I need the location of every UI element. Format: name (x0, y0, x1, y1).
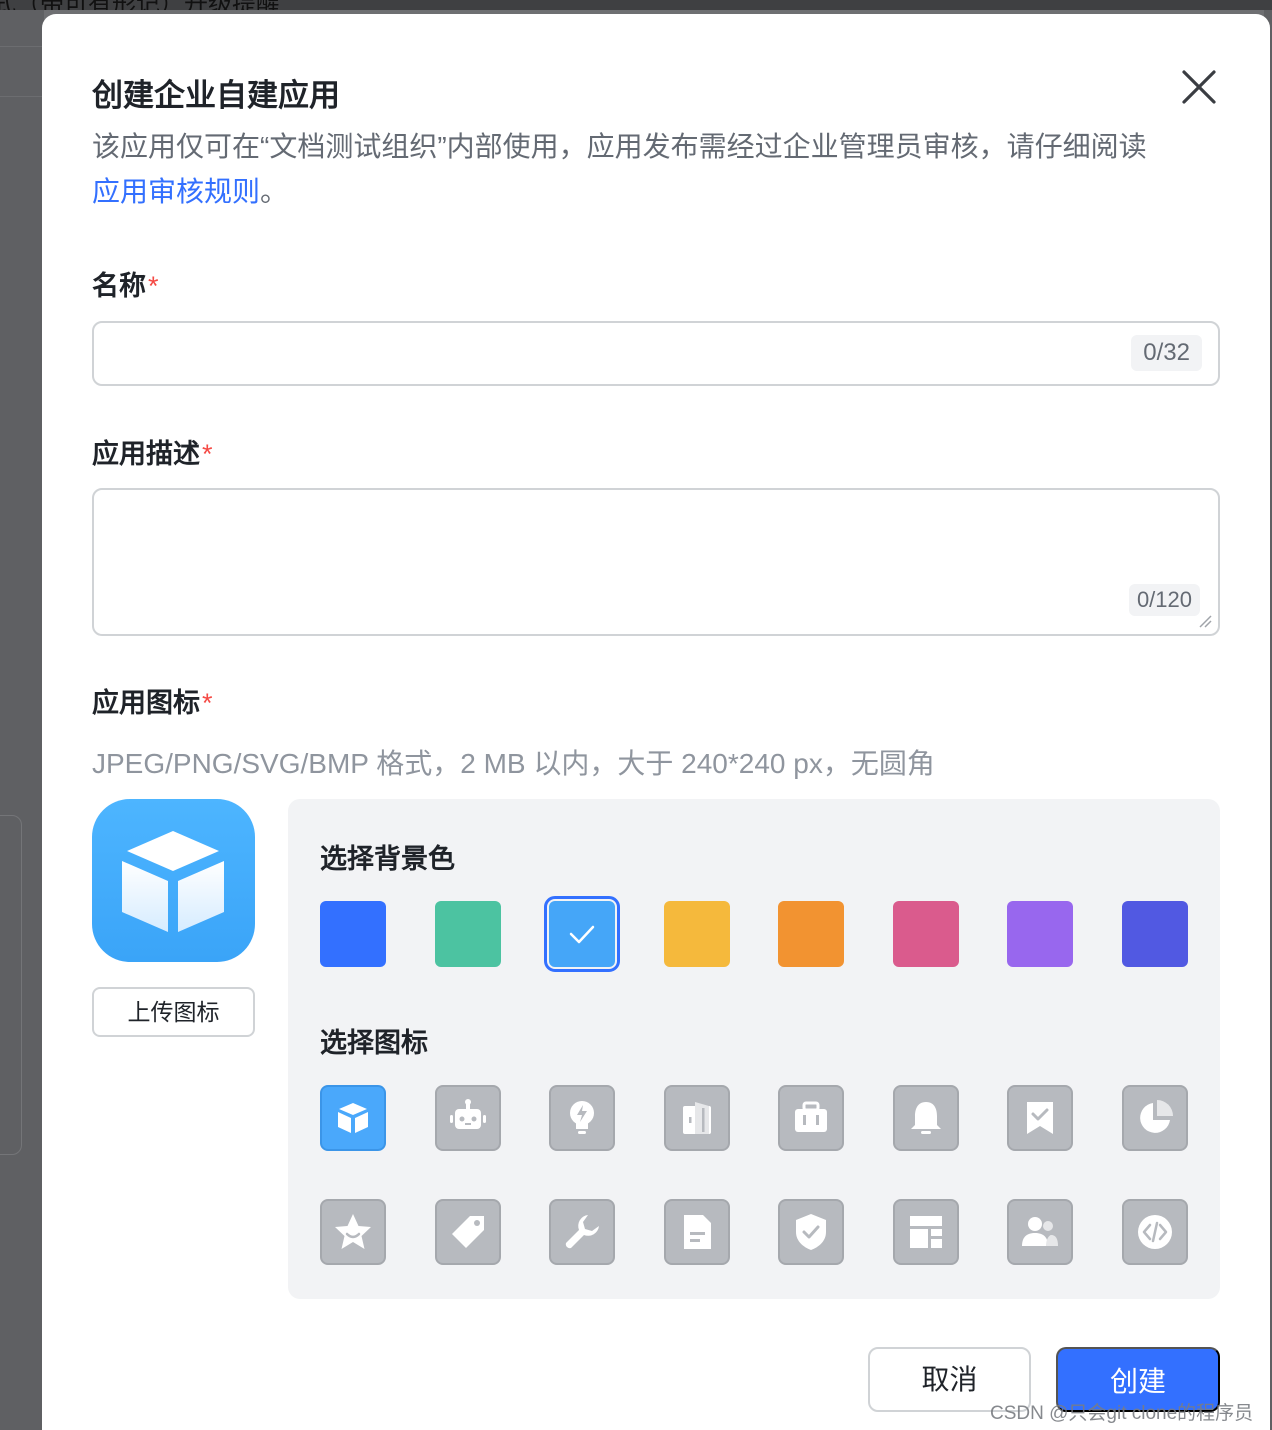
color-swatch[interactable] (663, 901, 730, 967)
name-label-text: 名称 (92, 271, 146, 301)
door-icon (682, 1102, 711, 1134)
color-swatch[interactable] (1007, 901, 1073, 967)
dialog-title: 创建企业自建应用 (92, 78, 340, 113)
icon-option-cube[interactable] (320, 1085, 386, 1151)
color-swatch[interactable] (434, 901, 501, 967)
description-text: 该应用仅可在“文档测试组织”内部使用，应用发布需经过企业管理员审核，请仔细阅读 (92, 131, 1147, 162)
icon-option-lightbulb[interactable] (549, 1085, 615, 1151)
robot-icon (449, 1099, 486, 1129)
icon-option-code[interactable] (1121, 1199, 1188, 1265)
upload-icon-button[interactable]: 上传图标 (92, 987, 255, 1037)
layout-icon (909, 1216, 942, 1248)
bell-icon (910, 1102, 941, 1134)
icon-grid (320, 1085, 1190, 1267)
color-swatch[interactable] (778, 901, 844, 967)
review-rules-link[interactable]: 应用审核规则 (92, 176, 260, 207)
description-field[interactable]: 0/120 (92, 488, 1220, 636)
description-label: 应用描述* (92, 432, 213, 471)
icon-option-bookmark[interactable] (1007, 1085, 1073, 1151)
required-mark: * (148, 271, 159, 301)
briefcase-icon (795, 1101, 827, 1132)
wrench-icon (565, 1215, 599, 1249)
icon-option-star[interactable] (320, 1199, 386, 1265)
document-icon (683, 1215, 711, 1249)
icon-format-hint: JPEG/PNG/SVG/BMP 格式，2 MB 以内，大于 240*240 p… (92, 748, 935, 779)
icon-preview (92, 799, 255, 962)
background-page (0, 10, 44, 1430)
icon-option-pie-chart[interactable] (1121, 1085, 1188, 1151)
description-textarea[interactable] (110, 502, 1110, 592)
icon-option-tag[interactable] (434, 1199, 501, 1265)
icon-option-users[interactable] (1007, 1199, 1073, 1265)
description-char-counter: 0/120 (1128, 584, 1200, 616)
cube-icon (338, 1103, 368, 1133)
background-color-title: 选择背景色 (320, 844, 455, 874)
tag-icon (451, 1216, 484, 1248)
star-icon (335, 1214, 371, 1249)
icon-option-layout[interactable] (892, 1199, 959, 1265)
required-mark: * (202, 439, 213, 469)
color-swatch[interactable] (320, 901, 386, 967)
icon-option-wrench[interactable] (549, 1199, 615, 1265)
name-char-counter: 0/32 (1131, 335, 1202, 371)
description-end: 。 (260, 176, 289, 207)
shield-check-icon (796, 1214, 826, 1250)
create-app-dialog: 创建企业自建应用 该应用仅可在“文档测试组织”内部使用，应用发布需经过企业管理员… (42, 14, 1270, 1430)
bookmark-check-icon (1027, 1102, 1053, 1134)
users-icon (1022, 1217, 1058, 1246)
color-swatch[interactable] (892, 901, 959, 967)
code-icon (1137, 1215, 1172, 1249)
background-card (0, 815, 22, 1155)
divider (0, 46, 44, 47)
icon-picker-panel: 选择背景色 选择图标 (288, 799, 1220, 1299)
lightbulb-icon (570, 1101, 594, 1134)
watermark: CSDN @只会git clone的程序员 (990, 1403, 1254, 1424)
icon-label: 应用图标* (92, 681, 213, 720)
icon-option-bell[interactable] (892, 1085, 959, 1151)
dialog-description: 该应用仅可在“文档测试组织”内部使用，应用发布需经过企业管理员审核，请仔细阅读 … (92, 124, 1172, 214)
color-swatch-selected[interactable] (544, 896, 620, 972)
icon-option-document[interactable] (663, 1199, 730, 1265)
color-swatch[interactable] (1121, 901, 1188, 967)
description-label-text: 应用描述 (92, 439, 200, 469)
color-swatches (320, 896, 1190, 972)
check-icon (569, 925, 595, 944)
icon-option-briefcase[interactable] (778, 1085, 844, 1151)
required-mark: * (202, 688, 213, 718)
name-field[interactable]: 0/32 (92, 321, 1220, 386)
divider (0, 96, 44, 97)
pie-chart-icon (1139, 1100, 1173, 1133)
name-input[interactable] (110, 331, 1110, 375)
icon-option-shield[interactable] (778, 1199, 844, 1265)
close-icon (1182, 70, 1216, 104)
icon-select-title: 选择图标 (320, 1028, 428, 1058)
name-label: 名称* (92, 264, 159, 303)
cube-icon (122, 831, 224, 932)
close-button[interactable] (1178, 66, 1220, 108)
resize-handle-icon[interactable] (1198, 614, 1212, 628)
background-topbar-text: 式（带可有形记）升级提醒 (0, 0, 280, 10)
icon-option-door[interactable] (663, 1085, 730, 1151)
background-topbar: 式（带可有形记）升级提醒 (0, 0, 1272, 10)
icon-option-robot[interactable] (434, 1085, 501, 1151)
icon-label-text: 应用图标 (92, 688, 200, 718)
